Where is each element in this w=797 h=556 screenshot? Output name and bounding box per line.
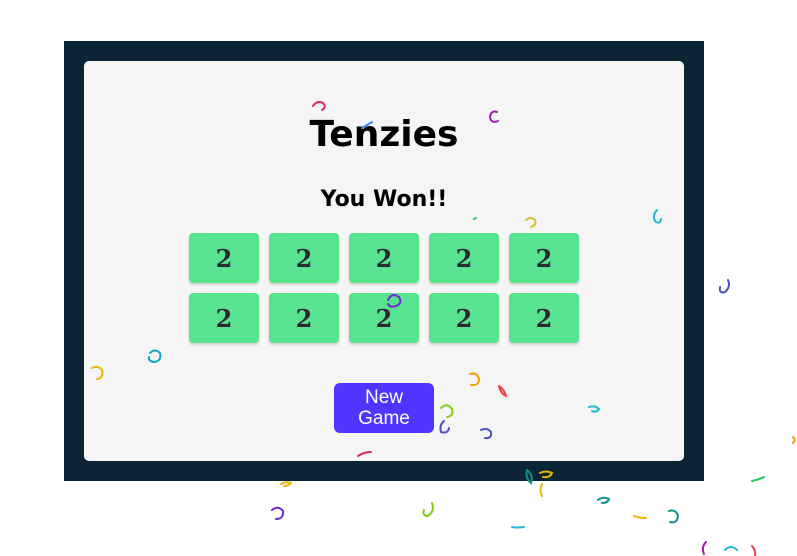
new-game-button[interactable]: New Game xyxy=(334,383,434,433)
confetti-piece xyxy=(751,545,757,556)
win-message: You Won!! xyxy=(320,187,448,212)
die-1[interactable]: 2 xyxy=(189,233,259,283)
confetti-piece xyxy=(668,509,680,524)
game-card: Tenzies You Won!! 2 2 2 2 2 2 2 2 2 2 Ne… xyxy=(84,61,684,461)
die-7[interactable]: 2 xyxy=(269,293,339,343)
dice-grid: 2 2 2 2 2 2 2 2 2 2 xyxy=(189,233,579,343)
die-8[interactable]: 2 xyxy=(349,293,419,343)
die-4[interactable]: 2 xyxy=(429,233,499,283)
confetti-piece xyxy=(724,546,738,551)
die-2[interactable]: 2 xyxy=(269,233,339,283)
die-10[interactable]: 2 xyxy=(509,293,579,343)
confetti-piece xyxy=(701,541,707,555)
game-title: Tenzies xyxy=(309,114,459,155)
confetti-piece xyxy=(271,506,285,520)
confetti-piece xyxy=(597,496,611,504)
die-5[interactable]: 2 xyxy=(509,233,579,283)
confetti-piece xyxy=(539,483,543,497)
confetti-piece xyxy=(633,515,647,519)
confetti-piece xyxy=(718,279,730,294)
confetti-piece xyxy=(792,436,796,444)
confetti-piece xyxy=(280,481,293,487)
confetti-piece xyxy=(751,476,765,482)
game-frame: Tenzies You Won!! 2 2 2 2 2 2 2 2 2 2 Ne… xyxy=(64,41,704,481)
die-6[interactable]: 2 xyxy=(189,293,259,343)
die-9[interactable]: 2 xyxy=(429,293,499,343)
confetti-piece xyxy=(422,502,434,518)
confetti-piece xyxy=(511,526,525,529)
die-3[interactable]: 2 xyxy=(349,233,419,283)
